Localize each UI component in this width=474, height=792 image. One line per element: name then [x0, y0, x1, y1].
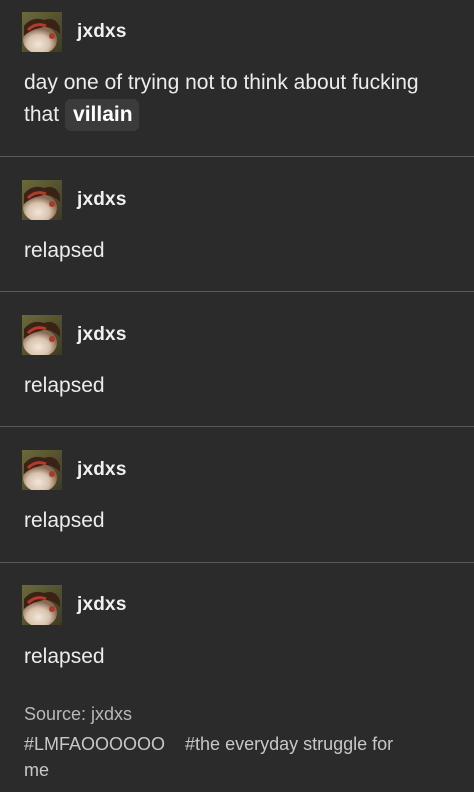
username[interactable]: jxdxs — [77, 189, 127, 211]
username[interactable]: jxdxs — [77, 21, 127, 43]
post-header: jxdxs — [22, 12, 127, 52]
avatar[interactable] — [22, 180, 62, 220]
avatar[interactable] — [22, 12, 62, 52]
post-header: jxdxs — [22, 180, 127, 220]
tag[interactable]: #LMFAOOOOOO — [24, 734, 165, 754]
post-text: relapsed — [24, 645, 105, 668]
post-4: jxdxs relapsed — [0, 427, 474, 563]
post-text: relapsed — [24, 239, 105, 262]
post-3: jxdxs relapsed — [0, 292, 474, 427]
post-1: jxdxs day one of trying not to think abo… — [0, 0, 474, 157]
post-text: relapsed — [24, 509, 105, 532]
tag-list: #LMFAOOOOOO #the everyday struggle for me — [24, 731, 434, 783]
post-2: jxdxs relapsed — [0, 157, 474, 292]
avatar[interactable] — [22, 450, 62, 490]
highlighted-word: villain — [65, 99, 139, 131]
post-5: jxdxs relapsed Source: jxdxs #LMFAOOOOOO… — [0, 563, 474, 792]
post-text: day one of trying not to think about fuc… — [24, 67, 456, 131]
post-text: relapsed — [24, 374, 105, 397]
source-link[interactable]: Source: jxdxs — [24, 701, 434, 727]
post-header: jxdxs — [22, 450, 127, 490]
post-header: jxdxs — [22, 585, 127, 625]
username[interactable]: jxdxs — [77, 324, 127, 346]
username[interactable]: jxdxs — [77, 459, 127, 481]
avatar[interactable] — [22, 585, 62, 625]
username[interactable]: jxdxs — [77, 594, 127, 616]
post-header: jxdxs — [22, 315, 127, 355]
avatar[interactable] — [22, 315, 62, 355]
